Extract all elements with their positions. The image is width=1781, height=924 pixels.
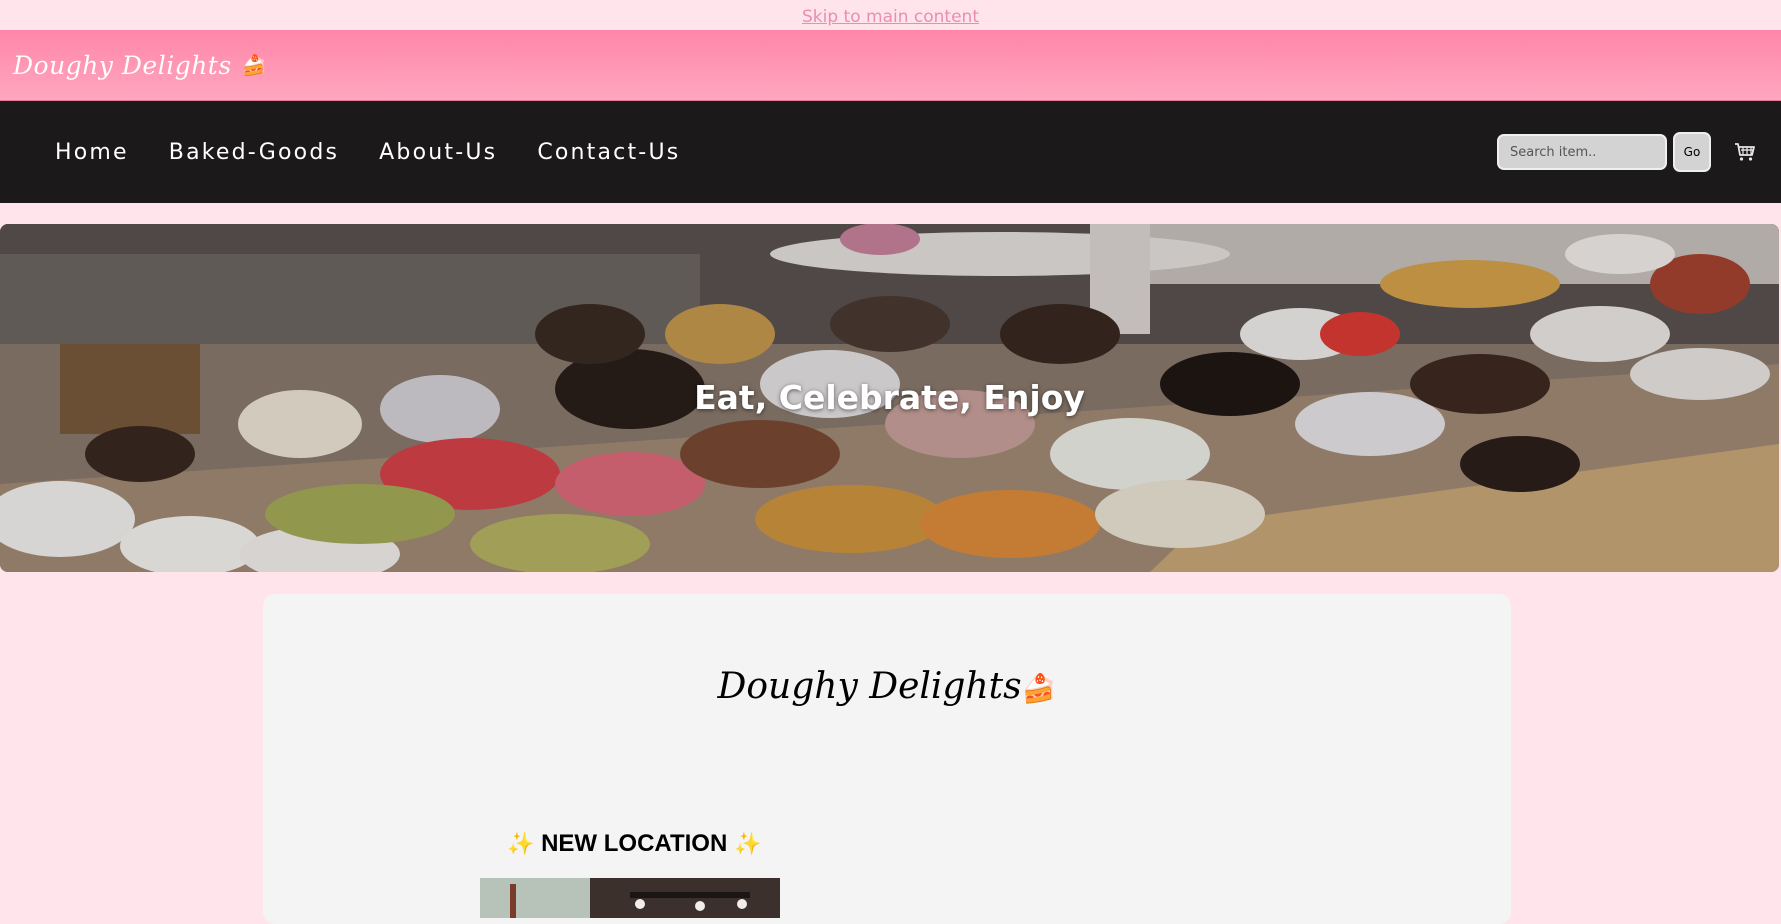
nav-search-area: Go — [1497, 132, 1757, 172]
brand-bar: Doughy Delights 🍰 — [0, 30, 1781, 101]
nav-item-baked-goods[interactable]: Baked-Goods — [169, 140, 339, 165]
main-title: Doughy Delights🍰 — [263, 666, 1511, 707]
new-location-heading: ✨ NEW LOCATION ✨ — [507, 830, 761, 858]
cake-icon: 🍰 — [1021, 672, 1057, 705]
go-button[interactable]: Go — [1673, 132, 1711, 172]
nav-item-home[interactable]: Home — [55, 140, 129, 165]
hero-title: Eat, Celebrate, Enjoy — [694, 378, 1085, 417]
hero-banner: Eat, Celebrate, Enjoy — [0, 224, 1779, 572]
nav-item-contact-us[interactable]: Contact-Us — [537, 140, 680, 165]
main-content-card: Doughy Delights🍰 ✨ NEW LOCATION ✨ — [263, 594, 1511, 924]
nav-links: Home Baked-Goods About-Us Contact-Us — [55, 140, 720, 165]
sparkle-icon: ✨ — [507, 831, 535, 856]
sparkle-icon: ✨ — [733, 831, 762, 856]
brand-name[interactable]: Doughy Delights — [13, 51, 232, 80]
cart-icon[interactable] — [1733, 140, 1757, 164]
skip-to-content-link[interactable]: Skip to main content — [802, 7, 979, 27]
nav-item-about-us[interactable]: About-Us — [379, 140, 497, 165]
search-input[interactable] — [1497, 134, 1667, 170]
new-location-photo — [480, 878, 780, 918]
new-location-label: NEW LOCATION — [541, 830, 728, 857]
main-navbar: Home Baked-Goods About-Us Contact-Us Go — [0, 101, 1781, 203]
cake-icon: 🍰 — [241, 53, 267, 77]
skip-bar: Skip to main content — [0, 0, 1781, 30]
main-title-text: Doughy Delights — [717, 666, 1022, 707]
